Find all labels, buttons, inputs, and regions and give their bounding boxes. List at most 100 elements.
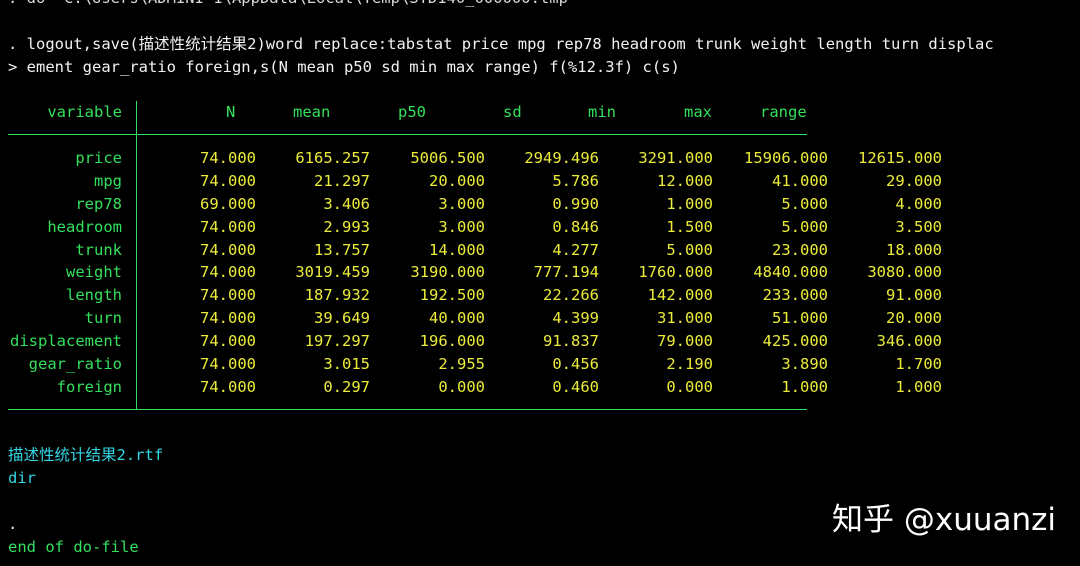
row-value-mean: 3.406 — [323, 194, 370, 213]
row-value-range: 3080.000 — [867, 263, 942, 282]
row-value-p50: 5006.500 — [410, 149, 485, 167]
table-header-rule — [8, 134, 807, 135]
row-value-p50: 0.000 — [438, 377, 485, 396]
row-variable-name: trunk — [75, 240, 122, 259]
row-value-n: 74.000 — [200, 355, 256, 374]
row-value-max: 4840.000 — [753, 263, 828, 282]
header-min: min — [588, 103, 616, 121]
dir-link[interactable]: dir — [8, 467, 36, 490]
row-value-p50: 14.000 — [429, 240, 485, 259]
row-value-range: 3.500 — [895, 217, 942, 236]
command-line-2: > ement gear_ratio foreign,s(N mean p50 … — [8, 58, 680, 76]
row-value-mean: 21.297 — [314, 171, 370, 190]
row-variable-name: turn — [84, 309, 122, 328]
row-value-n: 74.000 — [200, 309, 256, 328]
row-value-min: 1.000 — [666, 194, 713, 213]
table-bottom-rule — [8, 409, 807, 410]
table-row: foreign 74.000 0.297 0.000 0.460 0.000 1.000 1.… — [0, 376, 1080, 399]
row-value-max: 15906.000 — [744, 149, 828, 167]
table-row: rep78 69.000 3.406 3.000 0.990 1.000 5.000 4.00… — [0, 193, 1080, 216]
row-value-range: 4.000 — [895, 194, 942, 213]
row-variable-name: displacement — [10, 332, 122, 351]
row-value-n: 74.000 — [200, 171, 256, 190]
row-value-sd: 0.990 — [552, 194, 599, 213]
table-row: mpg 74.000 21.297 20.000 5.786 12.000 41.000 29… — [0, 170, 1080, 193]
row-value-mean: 2.993 — [323, 217, 370, 236]
row-variable-name: mpg — [94, 171, 122, 190]
table-row: turn 74.000 39.649 40.000 4.399 31.000 51.000 2… — [0, 307, 1080, 330]
row-value-n: 74.000 — [200, 263, 256, 282]
row-value-range: 1.000 — [895, 377, 942, 396]
row-value-sd: 22.266 — [543, 286, 599, 305]
prompt-dot: . — [8, 515, 18, 533]
header-p50: p50 — [398, 103, 426, 121]
row-value-sd: 777.194 — [533, 263, 599, 282]
row-value-sd: 5.786 — [552, 171, 599, 190]
row-value-mean: 6165.257 — [295, 149, 370, 167]
header-variable: variable — [47, 103, 122, 121]
row-value-min: 31.000 — [657, 309, 713, 328]
table-row: weight 74.000 3019.459 3190.000 777.194 1760.… — [0, 261, 1080, 284]
row-value-sd: 91.837 — [543, 332, 599, 351]
row-value-p50: 196.000 — [419, 332, 485, 351]
row-value-p50: 192.500 — [419, 286, 485, 305]
row-value-min: 79.000 — [657, 332, 713, 351]
truncated-command-line: . do "C:\Users\ADMINI~1\AppData\Local\Te… — [8, 0, 577, 10]
row-variable-name: foreign — [56, 377, 122, 396]
row-value-min: 5.000 — [666, 240, 713, 259]
row-value-min: 0.000 — [666, 377, 713, 396]
row-value-max: 51.000 — [772, 309, 828, 328]
header-max: max — [684, 103, 712, 121]
row-value-range: 12615.000 — [858, 149, 942, 167]
command-line-1: . logout,save(描述性统计结果2)word replace:tabs… — [8, 35, 994, 53]
table-body: price 74.000 6165.257 5006.500 2949.496 3291.… — [0, 147, 1080, 399]
header-range: range — [760, 103, 807, 121]
result-file-link[interactable]: 描述性统计结果2.rtf — [8, 444, 163, 467]
row-value-max: 5.000 — [781, 194, 828, 213]
row-variable-name: price — [75, 149, 122, 167]
row-value-min: 1.500 — [666, 217, 713, 236]
row-value-p50: 40.000 — [429, 309, 485, 328]
row-value-min: 12.000 — [657, 171, 713, 190]
row-value-n: 74.000 — [200, 377, 256, 396]
row-value-p50: 3190.000 — [410, 263, 485, 282]
row-value-min: 2.190 — [666, 355, 713, 374]
row-value-mean: 187.932 — [304, 286, 370, 305]
row-value-mean: 197.297 — [304, 332, 370, 351]
row-value-max: 41.000 — [772, 171, 828, 190]
row-value-n: 74.000 — [200, 332, 256, 351]
row-value-p50: 2.955 — [438, 355, 485, 374]
header-n: N — [226, 103, 236, 121]
row-variable-name: headroom — [47, 217, 122, 236]
row-value-max: 1.000 — [781, 377, 828, 396]
row-value-mean: 3019.459 — [295, 263, 370, 282]
row-variable-name: weight — [66, 263, 122, 282]
row-value-range: 20.000 — [886, 309, 942, 328]
row-value-range: 18.000 — [886, 240, 942, 259]
row-value-sd: 2949.496 — [524, 149, 599, 167]
row-value-mean: 13.757 — [314, 240, 370, 259]
table-row: length 74.000 187.932 192.500 22.266 142.000 2… — [0, 284, 1080, 307]
table-row: displacement 74.000 197.297 196.000 91.837 79… — [0, 330, 1080, 353]
row-value-n: 74.000 — [200, 217, 256, 236]
table-row: headroom 74.000 2.993 3.000 0.846 1.500 5.000 3… — [0, 216, 1080, 239]
header-sd: sd — [503, 103, 522, 121]
row-value-min: 1760.000 — [638, 263, 713, 282]
row-value-mean: 0.297 — [323, 377, 370, 396]
row-value-min: 3291.000 — [638, 149, 713, 167]
row-value-p50: 3.000 — [438, 194, 485, 213]
table-header: variable N mean p50 sd min max range — [0, 101, 1080, 124]
table-row: price 74.000 6165.257 5006.500 2949.496 3291.… — [0, 147, 1080, 170]
row-value-sd: 0.846 — [552, 217, 599, 236]
row-value-max: 425.000 — [762, 332, 828, 351]
row-value-range: 29.000 — [886, 171, 942, 190]
header-mean: mean — [293, 103, 331, 121]
row-value-n: 74.000 — [200, 149, 256, 167]
row-value-range: 91.000 — [886, 286, 942, 305]
row-value-range: 1.700 — [895, 355, 942, 374]
row-value-p50: 20.000 — [429, 171, 485, 190]
row-value-max: 5.000 — [781, 217, 828, 236]
row-value-sd: 0.456 — [552, 355, 599, 374]
row-value-n: 74.000 — [200, 240, 256, 259]
row-value-n: 69.000 — [200, 194, 256, 213]
